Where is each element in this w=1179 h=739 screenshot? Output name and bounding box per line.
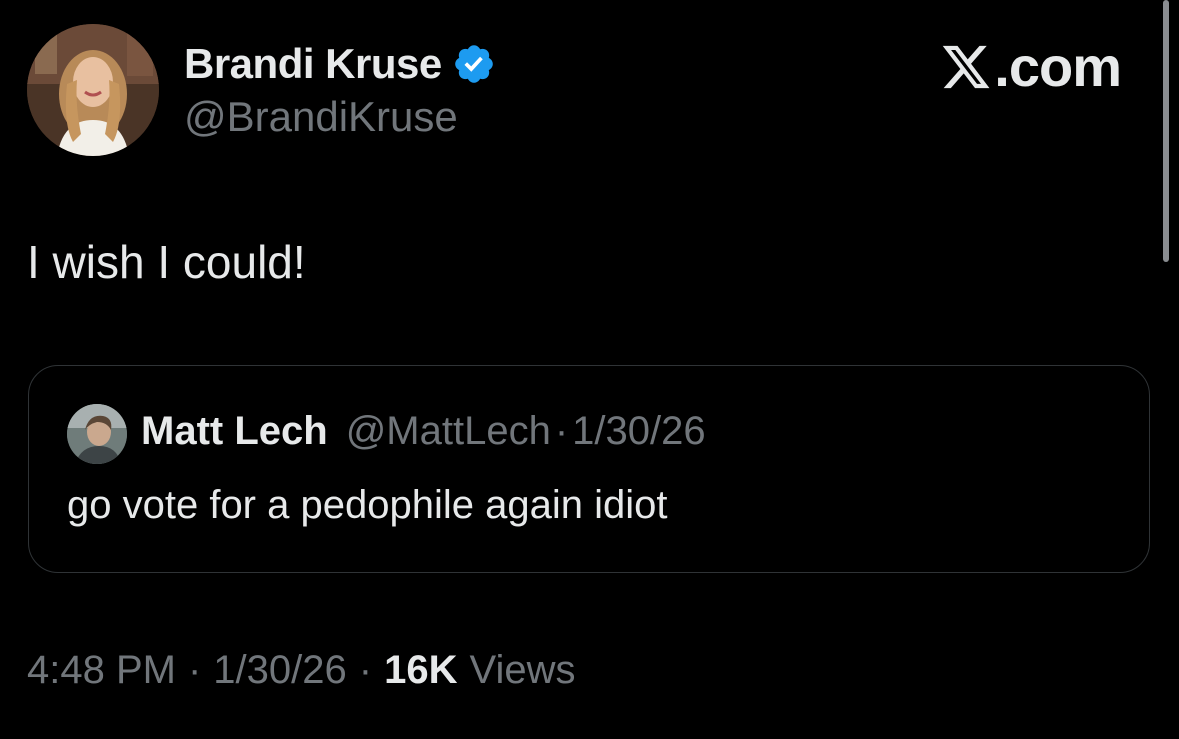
x-logo-icon: [943, 45, 990, 88]
meta-separator-1: ·: [187, 648, 202, 692]
author-handle[interactable]: @BrandiKruse: [184, 93, 458, 141]
quoted-tweet-text: go vote for a pedophile again idiot: [67, 483, 668, 527]
quoted-date[interactable]: 1/30/26: [572, 409, 705, 454]
x-com-logo: .com: [940, 34, 1122, 99]
views-label[interactable]: Views: [469, 648, 575, 693]
author-name-row[interactable]: Brandi Kruse: [184, 40, 496, 88]
quoted-separator: ·: [554, 409, 569, 453]
avatar-photo: [27, 24, 159, 156]
quoted-author-handle[interactable]: @MattLech: [346, 409, 551, 454]
tweet-date[interactable]: 1/30/26: [213, 648, 346, 693]
quoted-tweet-header: Matt Lech @MattLech · 1/30/26: [141, 409, 706, 454]
quoted-author-name[interactable]: Matt Lech: [141, 409, 328, 454]
quoted-tweet-card[interactable]: Matt Lech @MattLech · 1/30/26 go vote fo…: [28, 365, 1150, 573]
tweet-text: I wish I could!: [27, 236, 306, 288]
quoted-author-avatar[interactable]: [67, 404, 127, 464]
logo-domain-text: .com: [994, 35, 1122, 98]
meta-separator-2: ·: [358, 648, 373, 692]
tweet-meta: 4:48 PM · 1/30/26 · 16K Views: [27, 648, 575, 693]
scrollbar[interactable]: [1163, 0, 1169, 262]
verified-badge-icon: [452, 42, 496, 86]
tweet-screenshot: Brandi Kruse @BrandiKruse .com I wish I …: [0, 0, 1179, 739]
views-count[interactable]: 16K: [384, 648, 457, 693]
tweet-time[interactable]: 4:48 PM: [27, 648, 176, 693]
author-name[interactable]: Brandi Kruse: [184, 40, 442, 88]
author-avatar[interactable]: [27, 24, 159, 156]
quoted-avatar-photo: [67, 404, 127, 464]
